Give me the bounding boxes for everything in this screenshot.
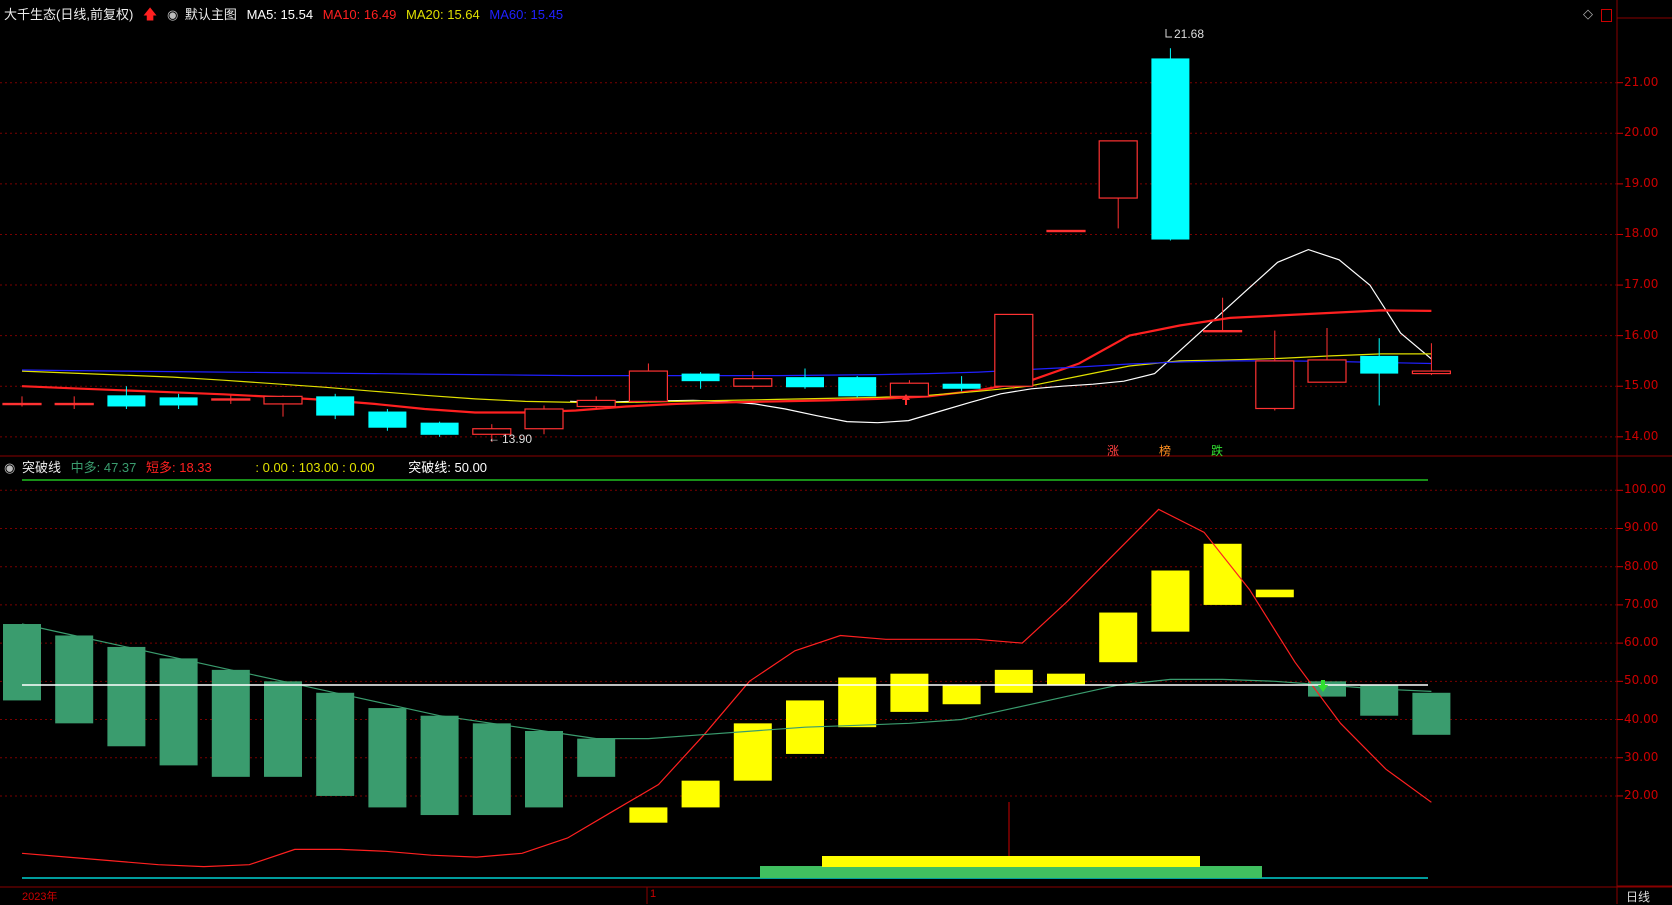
candle-body (159, 397, 198, 406)
price-tick-label: 20.00 (1624, 125, 1659, 140)
tag-limit-down[interactable]: 跌 (1211, 443, 1223, 458)
indicator-tick-label: 70.00 (1624, 596, 1659, 611)
candle-body (681, 373, 720, 382)
signal-strip-yellow (822, 856, 1200, 867)
candle-body (576, 399, 616, 408)
indicator-bar (681, 780, 720, 808)
indicator-tick-label: 20.00 (1624, 787, 1659, 802)
candle-body (1151, 58, 1190, 240)
candle-body (1255, 360, 1295, 410)
candle-body (994, 313, 1034, 387)
indicator-bar (3, 624, 41, 701)
candle-body (263, 395, 303, 405)
price-tick-label: 19.00 (1624, 175, 1659, 190)
indicator-tick-label: 30.00 (1624, 749, 1659, 764)
tag-ranking[interactable]: 榜 (1159, 443, 1171, 458)
candle-body (942, 383, 981, 389)
indicator-bar (942, 685, 981, 705)
candle-body (524, 408, 564, 430)
candle-body (628, 370, 669, 403)
candle-body (1098, 140, 1138, 199)
indicator-bar (472, 723, 511, 816)
period-button[interactable]: 日线 (1626, 888, 1650, 905)
indicator-tick-label: 90.00 (1624, 520, 1659, 535)
indicator-bar (55, 635, 94, 724)
indicator-bar (525, 730, 563, 808)
indicator-bars (3, 543, 1451, 823)
candle-body (838, 377, 877, 397)
price-tick-label: 15.00 (1624, 378, 1659, 393)
price-tick-label: 16.00 (1624, 327, 1659, 342)
candle-body (1360, 355, 1399, 374)
indicator-bar (211, 669, 250, 777)
low-price-label: 13.90 (502, 432, 532, 446)
candle-body (211, 398, 251, 401)
year-label: 2023年 (22, 891, 58, 903)
indicator-bar (1047, 673, 1085, 686)
chart-window: 大千生态(日线,前复权) 🡅 ◉ 默认主图 MA5: 15.54 MA10: 1… (0, 0, 1672, 904)
candle-body (368, 411, 407, 428)
indicator-bar (1099, 612, 1138, 663)
candle-body (1046, 229, 1086, 233)
indicator-bar (1203, 543, 1242, 605)
month-label: 1 (650, 888, 657, 900)
price-tick-label: 21.00 (1624, 74, 1659, 89)
candle-body (2, 402, 42, 406)
candle-body (889, 382, 930, 397)
indicator-bar (1255, 589, 1294, 598)
indicator-bar (368, 708, 407, 808)
tag-limit-up[interactable]: 涨 (1107, 443, 1119, 458)
candle-body (1411, 370, 1452, 375)
candle-body (786, 377, 824, 388)
candle-body (1307, 359, 1347, 383)
indicator-bar (107, 646, 146, 747)
indicator-tick-label: 50.00 (1624, 673, 1659, 688)
indicator-bar (1412, 692, 1451, 735)
indicator-tick-label: 80.00 (1624, 558, 1659, 573)
chart-canvas[interactable]: 21.68 ← 13.90 涨 榜 跌 (0, 0, 1672, 904)
indicator-tick-label: 60.00 (1624, 635, 1659, 650)
indicator-bar (1151, 570, 1190, 632)
candle-body (420, 422, 459, 435)
price-tick-label: 14.00 (1624, 428, 1659, 443)
high-price-label: 21.68 (1174, 27, 1204, 41)
indicator-bar (577, 738, 616, 777)
signal-strip-green (760, 866, 1262, 878)
price-tick-label: 17.00 (1624, 277, 1659, 292)
indicator-bar (890, 673, 929, 712)
candle-body (107, 395, 146, 407)
candle-body (54, 402, 94, 406)
indicator-bar (994, 669, 1033, 693)
price-tick-label: 18.00 (1624, 226, 1659, 241)
indicator-tick-label: 40.00 (1624, 711, 1659, 726)
moving-average-lines (21, 248, 1432, 424)
high-marker-icon (1165, 29, 1172, 38)
indicator-bar (159, 658, 198, 766)
candlesticks (2, 48, 1452, 442)
candle-body (1202, 329, 1243, 333)
indicator-bar (420, 715, 459, 816)
candle-body (733, 378, 773, 387)
indicator-bar (264, 681, 302, 777)
indicator-bar (629, 807, 668, 823)
indicator-bar (316, 692, 355, 796)
indicator-tick-label: 100.00 (1624, 482, 1666, 497)
left-arrow-icon: ← (488, 431, 500, 445)
ma-line-ma60 (21, 360, 1432, 377)
candle-body (316, 396, 355, 416)
